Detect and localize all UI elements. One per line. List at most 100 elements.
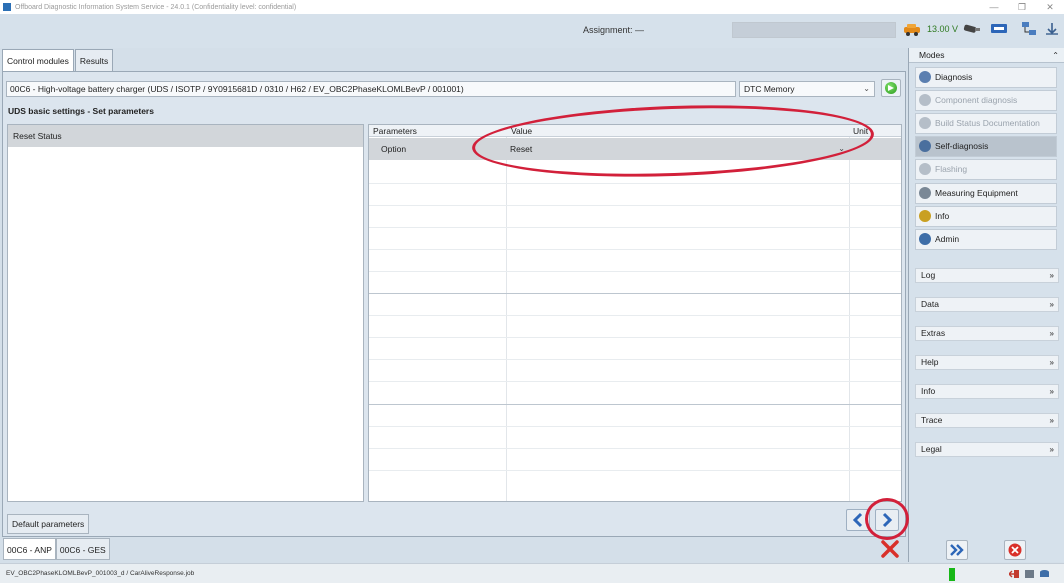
row-divider xyxy=(369,359,901,360)
row-divider xyxy=(369,470,901,471)
window-title: Offboard Diagnostic Information System S… xyxy=(15,3,297,11)
grid-header: Parameters Value Unit xyxy=(369,125,901,137)
double-chevron-down-icon: » xyxy=(1049,387,1054,396)
database-icon xyxy=(1040,570,1049,577)
menu-help[interactable]: Help » xyxy=(915,355,1059,370)
exit-button[interactable] xyxy=(1004,540,1026,560)
exit-icon xyxy=(1008,543,1022,557)
status-text: EV_OBC2PhaseKLOMLBevP_001003_d / CarAliv… xyxy=(6,570,195,577)
list-item-reset-status[interactable]: Reset Status xyxy=(8,125,363,147)
mode-component-diagnosis[interactable]: Component diagnosis xyxy=(915,90,1057,111)
build-status-icon xyxy=(919,117,931,129)
modes-title: Modes xyxy=(919,50,945,60)
section-title: UDS basic settings - Set parameters xyxy=(8,106,154,116)
forward-button[interactable] xyxy=(946,540,968,560)
mode-flashing[interactable]: Flashing xyxy=(915,159,1057,180)
storage-icon xyxy=(1025,570,1034,578)
mode-label: Self-diagnosis xyxy=(935,141,989,151)
mode-diagnosis[interactable]: Diagnosis xyxy=(915,67,1057,88)
mode-measuring-equipment[interactable]: Measuring Equipment xyxy=(915,183,1057,204)
mode-label: Admin xyxy=(935,234,960,244)
battery-voltage: 13.00 V xyxy=(927,24,959,34)
chevron-down-icon: ⌄ xyxy=(863,84,870,93)
vehicle-icon xyxy=(904,24,920,36)
tab-00c6-ges[interactable]: 00C6 - GES xyxy=(55,538,110,560)
chevron-left-icon xyxy=(852,512,863,528)
dtc-memory-select[interactable]: DTC Memory ⌄ xyxy=(739,81,875,97)
interface-icon xyxy=(963,24,980,33)
default-parameters-button[interactable]: Default parameters xyxy=(7,514,89,534)
next-button[interactable] xyxy=(875,509,899,531)
component-icon xyxy=(919,94,931,106)
row-divider xyxy=(369,227,901,228)
app-header: Assignment: — 13.00 V xyxy=(0,14,1064,48)
mode-label: Info xyxy=(935,211,950,221)
row-divider xyxy=(369,183,901,184)
modes-header[interactable]: Modes ⌃ xyxy=(909,48,1064,63)
previous-button[interactable] xyxy=(846,509,870,531)
minimize-button[interactable]: — xyxy=(980,0,1008,14)
header-parameters: Parameters xyxy=(373,126,417,136)
mode-label: Build Status Documentation xyxy=(935,118,1040,128)
menu-extras[interactable]: Extras » xyxy=(915,326,1059,341)
chevron-down-icon: ⌄ xyxy=(838,144,845,153)
menu-label: Log xyxy=(921,270,936,280)
double-chevron-down-icon: » xyxy=(1049,329,1054,338)
side-panel-footer xyxy=(908,538,1064,562)
network-icon xyxy=(1022,22,1036,35)
value-select-reset[interactable]: Reset ⌄ xyxy=(506,139,849,159)
diagnosis-icon xyxy=(919,71,931,83)
self-diagnosis-icon xyxy=(919,140,931,152)
menu-label: Help xyxy=(921,357,939,367)
maximize-button[interactable]: ❐ xyxy=(1008,0,1036,14)
menu-label: Data xyxy=(921,299,939,309)
row-parameter-option: Option xyxy=(381,144,407,154)
logout-icon[interactable] xyxy=(1009,569,1020,579)
flashing-icon xyxy=(919,163,931,175)
menu-data[interactable]: Data » xyxy=(915,297,1059,312)
mode-info[interactable]: Info xyxy=(915,206,1057,227)
close-window-button[interactable]: ✕ xyxy=(1036,0,1064,14)
mode-admin[interactable]: Admin xyxy=(915,229,1057,250)
ecu-tabs: 00C6 - ANP 00C6 - GES xyxy=(3,538,110,560)
ecu-identification-field: 00C6 - High-voltage battery charger (UDS… xyxy=(6,81,736,97)
value-select-text: Reset xyxy=(510,144,533,154)
mode-self-diagnosis[interactable]: Self-diagnosis xyxy=(915,136,1057,157)
dtc-memory-value: DTC Memory xyxy=(744,84,795,94)
menu-info[interactable]: Info » xyxy=(915,384,1059,399)
go-button[interactable] xyxy=(881,79,901,97)
mode-build-status-documentation[interactable]: Build Status Documentation xyxy=(915,113,1057,134)
tab-control-modules[interactable]: Control modules xyxy=(2,49,74,71)
double-chevron-down-icon: » xyxy=(1049,416,1054,425)
row-divider xyxy=(369,404,901,405)
tab-results[interactable]: Results xyxy=(74,49,114,71)
mode-label: Measuring Equipment xyxy=(935,188,1018,198)
side-panel: Modes ⌃ Diagnosis Component diagnosis Bu… xyxy=(908,48,1064,538)
status-indicator xyxy=(949,568,955,581)
menu-legal[interactable]: Legal » xyxy=(915,442,1059,457)
row-divider xyxy=(369,381,901,382)
play-icon xyxy=(885,82,897,94)
main-panel: 00C6 - High-voltage battery charger (UDS… xyxy=(2,71,906,537)
double-chevron-down-icon: » xyxy=(1049,271,1054,280)
header-value: Value xyxy=(511,126,533,136)
row-divider xyxy=(369,271,901,272)
menu-log[interactable]: Log » xyxy=(915,268,1059,283)
window-titlebar: Offboard Diagnostic Information System S… xyxy=(0,0,1064,14)
parameter-grid: Parameters Value Unit Option Reset ⌄ xyxy=(368,124,902,502)
admin-icon xyxy=(919,233,931,245)
column-divider xyxy=(849,137,850,501)
menu-trace[interactable]: Trace » xyxy=(915,413,1059,428)
menu-label: Legal xyxy=(921,444,942,454)
status-bar: EV_OBC2PhaseKLOMLBevP_001003_d / CarAliv… xyxy=(0,563,1064,583)
row-divider xyxy=(369,205,901,206)
row-divider xyxy=(369,448,901,449)
chevron-up-icon: ⌃ xyxy=(1052,51,1059,60)
row-divider xyxy=(369,315,901,316)
connection-icon xyxy=(991,24,1007,33)
double-chevron-down-icon: » xyxy=(1049,300,1054,309)
menu-label: Trace xyxy=(921,415,943,425)
mode-label: Diagnosis xyxy=(935,72,973,82)
tab-00c6-anp[interactable]: 00C6 - ANP xyxy=(3,538,56,560)
close-red-x-icon[interactable] xyxy=(880,540,900,558)
